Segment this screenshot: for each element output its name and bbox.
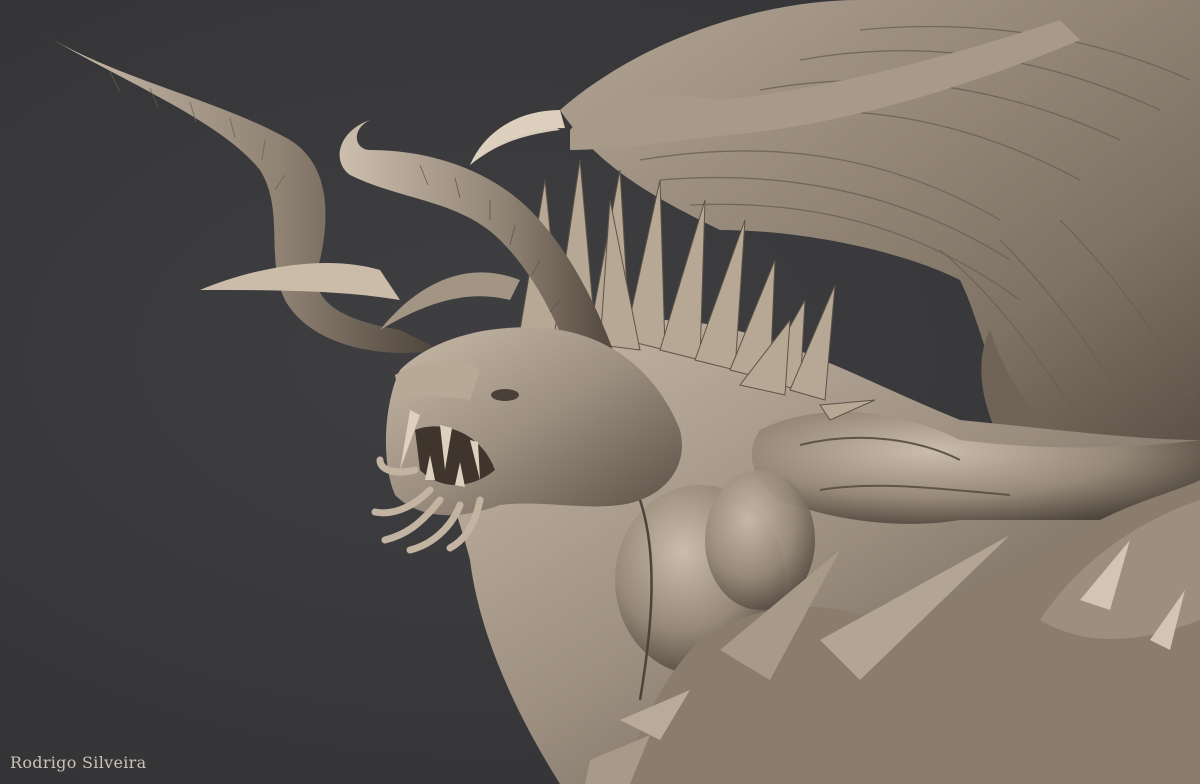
creature-sculpt-render — [45, 0, 1200, 784]
horn-left — [45, 35, 440, 353]
render-viewport: Rodrigo Silveira — [0, 0, 1200, 784]
artist-signature: Rodrigo Silveira — [10, 753, 147, 772]
